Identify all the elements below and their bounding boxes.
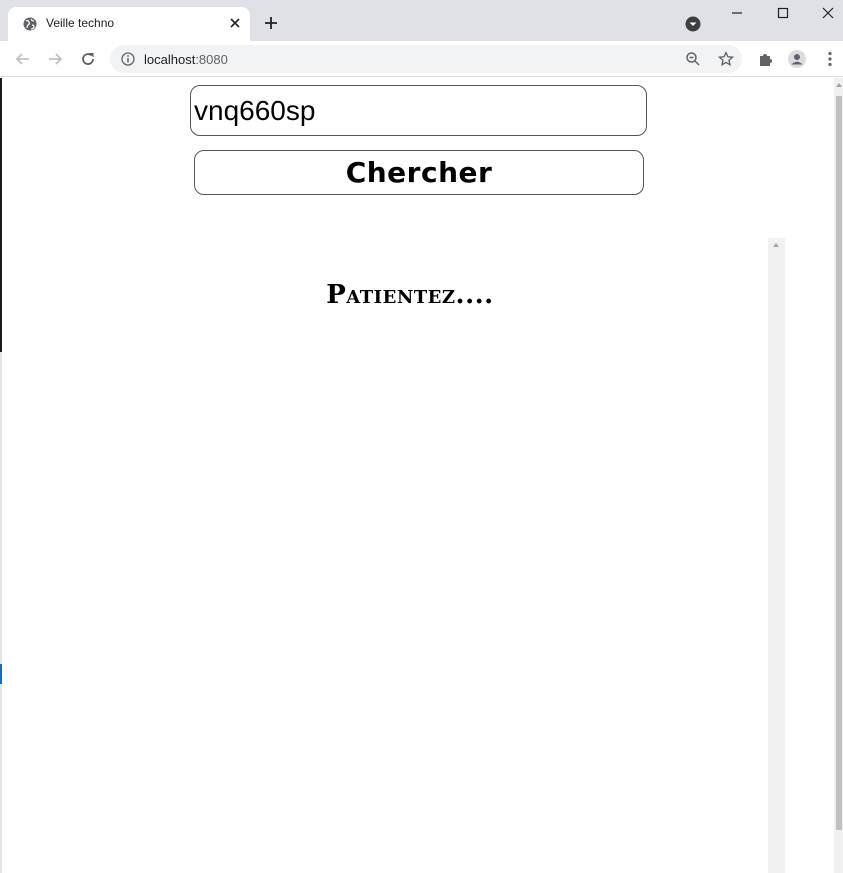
- address-bar[interactable]: localhost:8080: [110, 45, 742, 73]
- search-input[interactable]: [190, 85, 647, 136]
- tab-title: Veille techno: [46, 16, 115, 30]
- star-icon[interactable]: [718, 51, 734, 67]
- minimize-icon[interactable]: [729, 5, 745, 21]
- browser-tab-bar: Veille techno: [0, 0, 843, 41]
- page-viewport: Chercher Patientez....: [0, 78, 843, 873]
- results-scrollbar[interactable]: [768, 238, 785, 873]
- window-close-icon[interactable]: [820, 5, 836, 21]
- tab-search-icon[interactable]: [685, 16, 701, 32]
- search-button[interactable]: Chercher: [194, 150, 644, 195]
- plus-icon[interactable]: [262, 14, 280, 32]
- url-text[interactable]: localhost:8080: [144, 52, 228, 67]
- url-port: :8080: [195, 52, 228, 67]
- results-panel: Patientez....: [0, 238, 785, 873]
- back-arrow-icon[interactable]: [14, 50, 32, 68]
- zoom-icon[interactable]: [685, 51, 701, 67]
- globe-icon: [23, 17, 37, 31]
- loading-message: Patientez....: [326, 280, 494, 310]
- info-icon[interactable]: [121, 52, 135, 66]
- profile-icon[interactable]: [788, 50, 806, 68]
- puzzle-icon[interactable]: [757, 50, 775, 68]
- scroll-up-arrow-icon[interactable]: [773, 243, 779, 247]
- page-scroll-up-arrow-icon[interactable]: [836, 83, 842, 87]
- maximize-icon[interactable]: [775, 5, 791, 21]
- close-icon[interactable]: [228, 16, 242, 30]
- page-scrollbar[interactable]: [834, 78, 843, 873]
- kebab-menu-icon[interactable]: [821, 50, 839, 68]
- browser-tab[interactable]: Veille techno: [8, 7, 250, 41]
- reload-icon[interactable]: [79, 50, 97, 68]
- page-scrollbar-thumb[interactable]: [836, 96, 842, 830]
- browser-toolbar: localhost:8080: [0, 41, 843, 77]
- url-host: localhost: [144, 52, 196, 67]
- forward-arrow-icon[interactable]: [46, 50, 64, 68]
